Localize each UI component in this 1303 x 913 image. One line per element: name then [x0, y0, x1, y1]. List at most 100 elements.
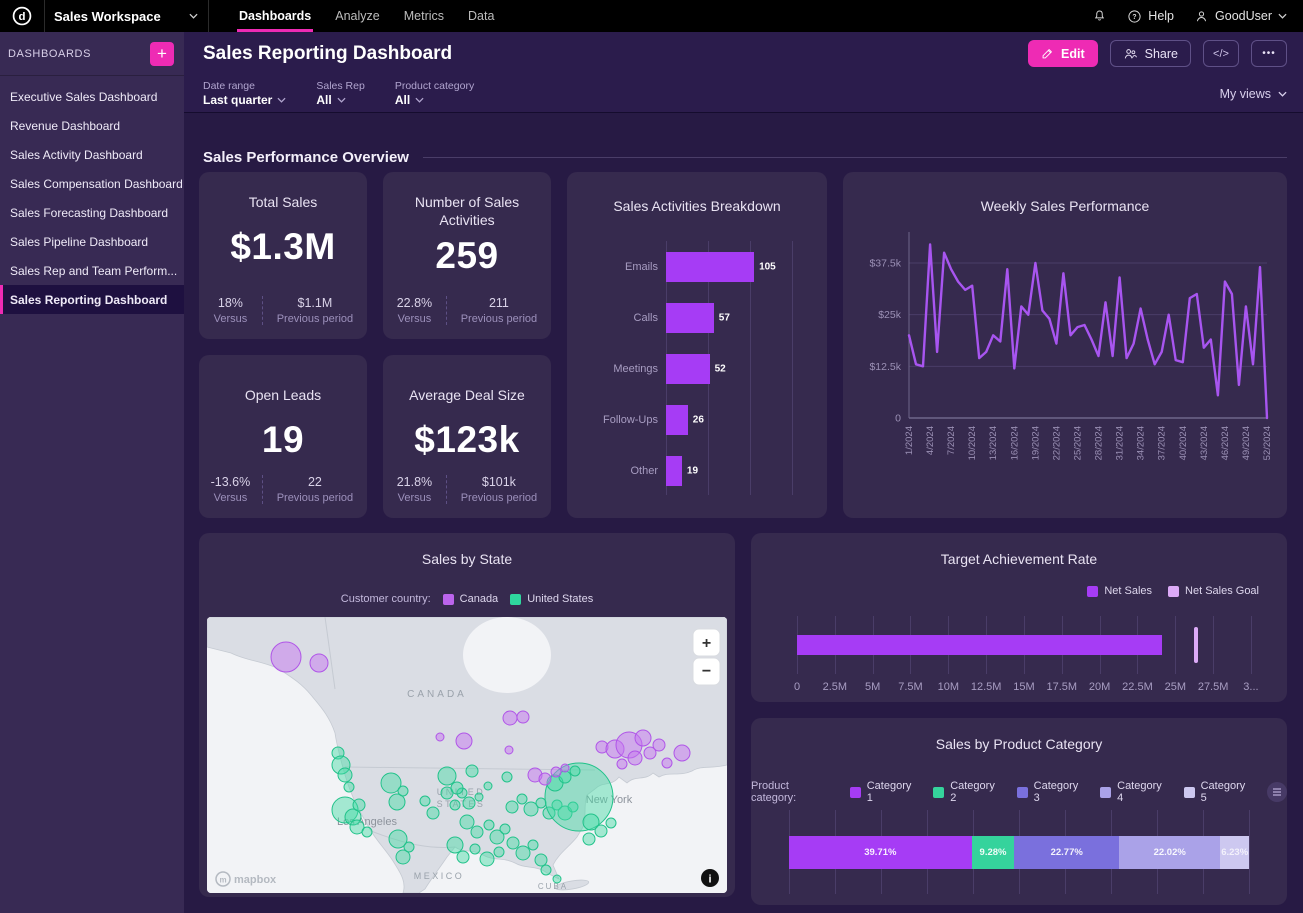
- bar-other[interactable]: [666, 456, 682, 486]
- user-menu[interactable]: GoodUser: [1194, 9, 1287, 24]
- sidebar-item[interactable]: Sales Forecasting Dashboard: [0, 198, 184, 227]
- embed-code-button[interactable]: </>: [1203, 40, 1239, 67]
- bubble-united-states[interactable]: [541, 865, 551, 875]
- bubble-united-states[interactable]: [427, 807, 439, 819]
- bubble-united-states[interactable]: [502, 772, 512, 782]
- bubble-united-states[interactable]: [450, 800, 460, 810]
- filter-product-category[interactable]: Product category All: [395, 80, 474, 107]
- legend-item-net-sales[interactable]: Net Sales: [1087, 585, 1152, 597]
- bubble-united-states[interactable]: [536, 798, 546, 808]
- bubble-united-states[interactable]: [494, 847, 504, 857]
- map-zoom-in-button[interactable]: +: [693, 629, 720, 656]
- bubble-united-states[interactable]: [457, 851, 469, 863]
- bubble-united-states[interactable]: [484, 820, 494, 830]
- bubble-united-states[interactable]: [484, 782, 492, 790]
- bubble-canada[interactable]: [662, 758, 672, 768]
- kpi-card-total-sales[interactable]: Total Sales $1.3M 18%Versus $1.1MPreviou…: [199, 172, 367, 339]
- map-zoom-out-button[interactable]: −: [693, 658, 720, 685]
- legend-item-united-states[interactable]: United States: [510, 593, 593, 605]
- bubble-united-states[interactable]: [438, 767, 456, 785]
- bubble-canada[interactable]: [517, 711, 529, 723]
- legend-item-category-2[interactable]: Category 2: [933, 780, 1003, 804]
- legend-item-net-sales-goal[interactable]: Net Sales Goal: [1168, 585, 1259, 597]
- bubble-united-states[interactable]: [516, 846, 530, 860]
- more-options-button[interactable]: •••: [1251, 40, 1287, 67]
- sidebar-item[interactable]: Sales Compensation Dashboard: [0, 169, 184, 198]
- bar-emails[interactable]: [666, 252, 754, 282]
- bar-meetings[interactable]: [666, 354, 710, 384]
- sidebar-item[interactable]: Executive Sales Dashboard: [0, 82, 184, 111]
- bubble-united-states[interactable]: [528, 840, 538, 850]
- kpi-card-average-deal-size[interactable]: Average Deal Size $123k 21.8%Versus $101…: [383, 355, 551, 518]
- bubble-canada[interactable]: [561, 764, 569, 772]
- bubble-united-states[interactable]: [606, 818, 616, 828]
- bubble-united-states[interactable]: [404, 842, 414, 852]
- bubble-united-states[interactable]: [470, 844, 480, 854]
- legend-item-canada[interactable]: Canada: [443, 593, 499, 605]
- bubble-united-states[interactable]: [398, 786, 408, 796]
- bubble-united-states[interactable]: [535, 854, 547, 866]
- tab-data[interactable]: Data: [456, 0, 506, 32]
- segment-category-3[interactable]: 22.77%: [1014, 836, 1119, 869]
- legend-item-category-5[interactable]: Category 5: [1184, 780, 1254, 804]
- bubble-united-states[interactable]: [583, 833, 595, 845]
- bar-follow-ups[interactable]: [666, 405, 688, 435]
- bubble-united-states[interactable]: [595, 825, 607, 837]
- bubble-united-states[interactable]: [451, 782, 463, 794]
- net-sales-goal-marker[interactable]: [1194, 627, 1198, 663]
- sales-line-series[interactable]: [909, 244, 1267, 418]
- bubble-united-states[interactable]: [500, 824, 510, 834]
- bubble-united-states[interactable]: [506, 801, 518, 813]
- bubble-canada[interactable]: [271, 642, 301, 672]
- bubble-canada[interactable]: [551, 767, 561, 777]
- filter-sales-rep[interactable]: Sales Rep All: [316, 80, 364, 107]
- legend-item-category-3[interactable]: Category 3: [1017, 780, 1087, 804]
- bubble-united-states[interactable]: [475, 793, 483, 801]
- my-views-dropdown[interactable]: My views: [1220, 87, 1287, 101]
- filter-date-range[interactable]: Date range Last quarter: [203, 80, 286, 107]
- bubble-canada[interactable]: [503, 711, 517, 725]
- bubble-united-states[interactable]: [570, 766, 580, 776]
- bubble-canada[interactable]: [436, 733, 444, 741]
- segment-category-5[interactable]: 6.23%: [1220, 836, 1249, 869]
- geo-map[interactable]: CANADAUNITEDSTATESMEXICOCUBALos AngelesN…: [207, 617, 727, 893]
- bubble-united-states[interactable]: [353, 799, 365, 811]
- bubble-united-states[interactable]: [507, 837, 519, 849]
- bubble-united-states[interactable]: [471, 826, 483, 838]
- bubble-canada[interactable]: [539, 773, 551, 785]
- tab-analyze[interactable]: Analyze: [323, 0, 391, 32]
- segment-category-4[interactable]: 22.02%: [1119, 836, 1220, 869]
- bubble-united-states[interactable]: [460, 815, 474, 829]
- bubble-united-states[interactable]: [447, 837, 463, 853]
- bubble-united-states[interactable]: [338, 768, 352, 782]
- bubble-canada[interactable]: [628, 751, 642, 765]
- map-info-button[interactable]: i: [701, 869, 719, 887]
- share-button[interactable]: Share: [1110, 40, 1191, 67]
- net-sales-bar[interactable]: [797, 635, 1162, 655]
- edit-button[interactable]: Edit: [1028, 40, 1098, 67]
- segment-category-1[interactable]: 39.71%: [789, 836, 972, 869]
- bubble-united-states[interactable]: [480, 852, 494, 866]
- workspace-selector[interactable]: Sales Workspace: [45, 0, 209, 32]
- bubble-canada[interactable]: [310, 654, 328, 672]
- bubble-united-states[interactable]: [517, 794, 527, 804]
- help-button[interactable]: ? Help: [1127, 9, 1174, 24]
- bar-calls[interactable]: [666, 303, 714, 333]
- bubble-united-states[interactable]: [362, 827, 372, 837]
- bubble-united-states[interactable]: [344, 782, 354, 792]
- legend-item-category-4[interactable]: Category 4: [1100, 780, 1170, 804]
- tab-dashboards[interactable]: Dashboards: [227, 0, 323, 32]
- notifications-button[interactable]: [1092, 9, 1107, 24]
- legend-item-category-1[interactable]: Category 1: [850, 780, 920, 804]
- sidebar-item[interactable]: Sales Pipeline Dashboard: [0, 227, 184, 256]
- bubble-united-states[interactable]: [466, 765, 478, 777]
- bubble-canada[interactable]: [653, 739, 665, 751]
- gooddata-logo[interactable]: d: [0, 0, 45, 32]
- bubble-canada[interactable]: [505, 746, 513, 754]
- sidebar-item[interactable]: Sales Rep and Team Perform...: [0, 256, 184, 285]
- sidebar-item[interactable]: Sales Activity Dashboard: [0, 140, 184, 169]
- bubble-united-states[interactable]: [553, 875, 561, 883]
- bubble-canada[interactable]: [635, 730, 651, 746]
- bubble-canada[interactable]: [617, 759, 627, 769]
- bubble-united-states[interactable]: [463, 797, 475, 809]
